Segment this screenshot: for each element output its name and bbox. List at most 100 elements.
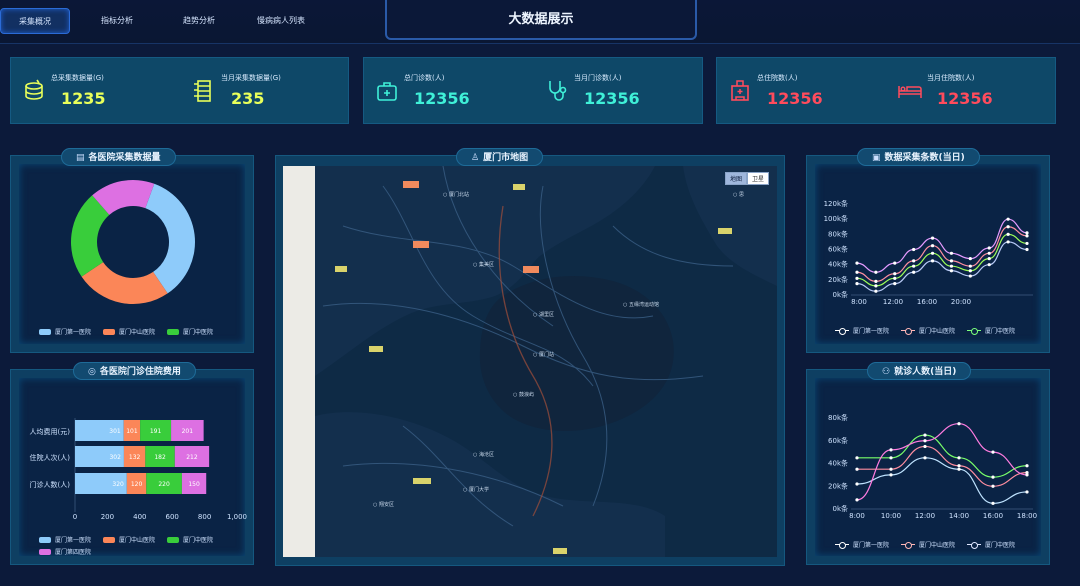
series-point (855, 261, 859, 265)
series-point (957, 456, 961, 460)
legend-item[interactable]: 厦门第一医院 (39, 327, 91, 336)
x-tick-label: 800 (198, 513, 211, 521)
nav-tab-indicators[interactable]: 指标分析 (82, 8, 152, 34)
y-tick-label: 0k条 (832, 290, 848, 299)
series-point (957, 467, 961, 471)
svg-text:○ 翔安区: ○ 翔安区 (373, 501, 394, 508)
series-line (856, 457, 1028, 504)
header-title-frame: 大数据展示 (385, 0, 697, 40)
series-point (855, 482, 859, 486)
bar-value-label: 191 (150, 428, 162, 435)
kpi-month-inpatient: 当月住院数(人) 12356 (887, 58, 1057, 125)
series-point (949, 259, 954, 263)
kpi-label: 总门诊数(人) (404, 74, 445, 82)
legend-item[interactable]: 厦门第四医院 (39, 547, 91, 556)
legend-item[interactable]: 厦门中山医院 (901, 540, 955, 549)
map-toggle-satellite[interactable]: 卫星 (747, 172, 770, 185)
series-point (855, 270, 859, 274)
kpi-card-outpatient: 总门诊数(人) 12356 当月门诊数(人) 12356 (363, 57, 703, 124)
panel-title-text: 厦门市地图 (483, 153, 529, 163)
series-point (912, 264, 916, 268)
bar-value-label: 150 (188, 481, 200, 488)
bar-value-label: 101 (126, 428, 138, 435)
series-point (874, 270, 878, 274)
x-tick-label: 200 (101, 513, 114, 521)
nav-tab-overview[interactable]: 采集概况 (0, 8, 70, 34)
x-tick-label: 600 (166, 513, 179, 521)
legend-item[interactable]: 厦门中山医院 (103, 327, 155, 336)
kpi-label: 当月住院数(人) (927, 74, 975, 82)
legend-item[interactable]: 厦门中山医院 (901, 326, 955, 335)
svg-text:○ 鼓浪屿: ○ 鼓浪屿 (513, 391, 534, 398)
series-point (987, 251, 991, 255)
legend-item[interactable]: 厦门中医院 (167, 535, 213, 544)
series-point (1025, 464, 1029, 468)
series-point (949, 269, 954, 273)
series-point (968, 274, 972, 278)
series-point (968, 269, 972, 273)
x-tick-label: 8:00 (849, 512, 865, 520)
series-point (923, 439, 927, 443)
series-point (991, 501, 995, 505)
line1-legend: 厦门第一医院 厦门中山医院 厦门中医院 (835, 326, 1015, 335)
series-point (1025, 241, 1029, 246)
svg-text:○ 思: ○ 思 (733, 192, 744, 198)
bar-value-label: 182 (154, 454, 166, 461)
series-point (991, 484, 995, 488)
legend-item[interactable]: 厦门中医院 (967, 326, 1015, 335)
series-point (1006, 240, 1010, 244)
kpi-value: 12356 (414, 89, 470, 108)
hospital-icon (727, 78, 753, 104)
map-canvas[interactable]: ○ 厦门北站 ○ 集美区 ○ 湖里区 ○ 厦门站 ○ 五缘湾运动馆 ○ 鼓浪屿 … (283, 166, 777, 557)
series-point (893, 272, 897, 276)
kpi-month-collected: 当月采集数据量(G) 235 (181, 58, 351, 125)
bar-value-label: 220 (158, 481, 170, 488)
y-tick-label: 80k条 (828, 229, 848, 238)
series-point (889, 467, 893, 471)
kpi-total-inpatient: 总住院数(人) 12356 (717, 58, 887, 125)
bar-value-label: 132 (129, 454, 141, 461)
nav-tab-chronic-patients[interactable]: 慢病病人列表 (246, 8, 316, 34)
x-tick-label: 8:00 (851, 298, 867, 306)
series-point (893, 276, 897, 280)
y-tick-label: 100k条 (824, 214, 848, 223)
series-point (855, 456, 859, 460)
bar-value-label: 201 (182, 428, 194, 435)
x-tick-label: 400 (133, 513, 146, 521)
series-point (912, 259, 916, 263)
legend-item[interactable]: 厦门第一医院 (39, 535, 91, 544)
bar-value-label: 212 (186, 454, 198, 461)
legend-item[interactable]: 厦门中山医院 (103, 535, 155, 544)
map-toggle-map[interactable]: 地图 (725, 172, 748, 185)
y-tick-label: 40k条 (828, 260, 848, 269)
series-point (874, 284, 878, 288)
x-tick-label: 16:00 (917, 298, 937, 306)
kpi-value: 12356 (767, 89, 823, 108)
line-chart-visits: 0k条 20k条 40k条 60k条 80k条 8:00 10:00 12:00 14:00 16… (828, 413, 1037, 520)
legend-item[interactable]: 厦门第一医院 (835, 326, 889, 335)
kpi-label: 总采集数据量(G) (51, 74, 104, 82)
x-tick-label: 0 (73, 513, 77, 521)
category-label: 门诊人数(人) (30, 480, 71, 489)
series-point (912, 247, 916, 252)
kpi-label: 总住院数(人) (757, 74, 798, 82)
series-point (987, 263, 991, 267)
panel-hospital-fees: ◎ 各医院门诊住院费用 门诊人数(人) 320 120 220 150 住院人次(人) 302… (10, 362, 254, 565)
main-nav: 采集概况 指标分析 趋势分析 慢病病人列表 (0, 8, 328, 36)
y-tick-label: 20k条 (828, 481, 848, 490)
series-point (923, 433, 927, 437)
line2-legend: 厦门第一医院 厦门中山医院 厦门中医院 (835, 540, 1015, 549)
legend-item[interactable]: 厦门中医院 (967, 540, 1015, 549)
donut-legend: 厦门第一医院 厦门中山医院 厦门中医院 (39, 327, 213, 336)
legend-item[interactable]: 厦门第一医院 (835, 540, 889, 549)
svg-text:○ 集美区: ○ 集美区 (473, 261, 494, 268)
legend-item[interactable]: 厦门中医院 (167, 327, 213, 336)
series-point (1025, 234, 1029, 238)
x-tick-label: 10:00 (881, 512, 901, 520)
kpi-total-outpatient: 总门诊数(人) 12356 (364, 58, 534, 125)
kpi-label: 当月采集数据量(G) (221, 74, 281, 82)
panel-title: ♙ 厦门市地图 (456, 148, 544, 166)
y-tick-label: 20k条 (828, 275, 848, 284)
nav-tab-trends[interactable]: 趋势分析 (164, 8, 234, 34)
series-point (930, 236, 935, 240)
